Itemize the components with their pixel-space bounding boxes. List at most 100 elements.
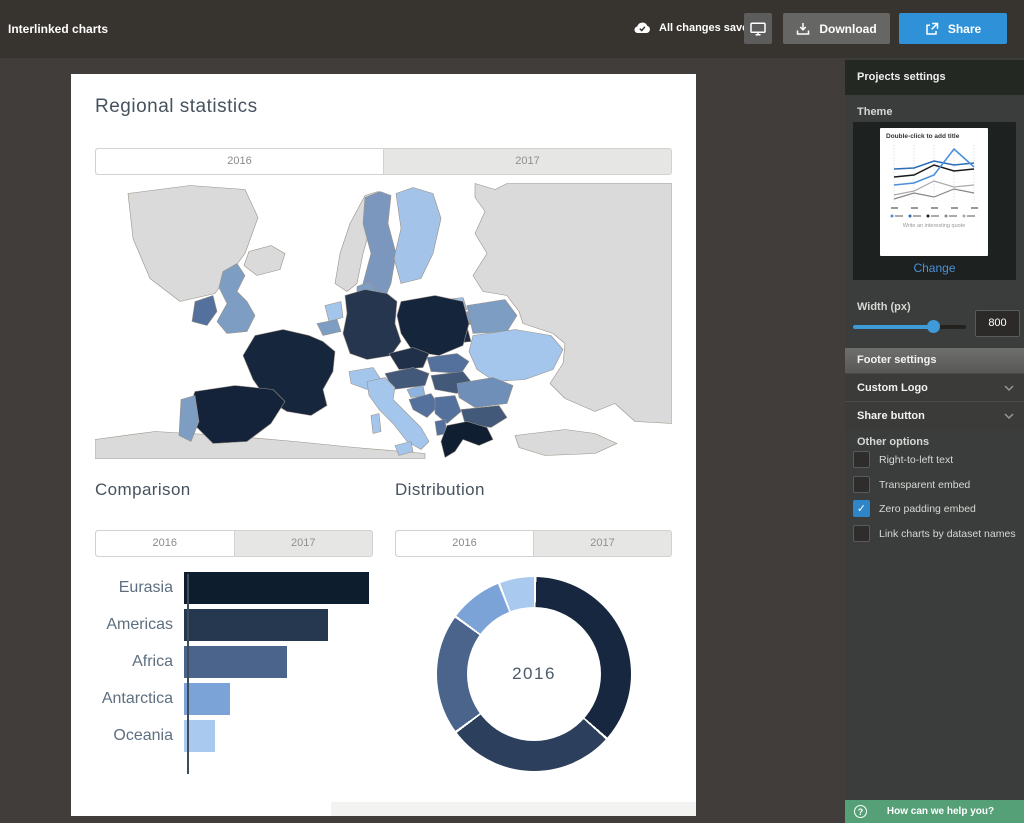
custom-logo-accordion[interactable]: Custom Logo [845, 373, 1024, 401]
option-checkbox[interactable]: ✓ [853, 500, 870, 517]
monitor-icon [750, 22, 766, 36]
distribution-tab-2017[interactable]: 2017 [534, 531, 671, 556]
bar-category-label: Antarctica [95, 683, 181, 715]
map-country-finland [394, 188, 441, 284]
option-right-to-left[interactable]: ✓ Right-to-left text [853, 451, 953, 468]
other-options-label: Other options [857, 436, 929, 448]
donut-chart: 2016 [437, 577, 631, 771]
chevron-down-icon [1004, 385, 1014, 391]
theme-thumbnail-title: Double-click to add title [886, 133, 982, 141]
map-country-germany [343, 290, 401, 360]
map-country-belgium [317, 320, 341, 336]
map-country-iceland [244, 246, 285, 276]
width-slider[interactable] [853, 320, 966, 333]
map-country-greece [441, 422, 493, 458]
bar [184, 609, 328, 641]
cloud-check-icon [633, 21, 652, 34]
download-icon [796, 22, 810, 36]
map-country-netherlands [325, 302, 343, 322]
bar [184, 572, 369, 604]
map-country-poland [397, 296, 469, 356]
europe-map-svg [95, 183, 672, 459]
preview-button[interactable] [744, 13, 772, 44]
width-slider-fill [853, 325, 933, 329]
share-button[interactable]: Share [899, 13, 1007, 44]
map-country-serbia [435, 396, 461, 424]
bar-category-label: Americas [95, 609, 181, 641]
bar-row: Antarctica [95, 683, 391, 715]
theme-change-link[interactable]: Change [853, 261, 1016, 275]
option-link-charts[interactable]: ✓ Link charts by dataset names [853, 525, 1016, 542]
download-button[interactable]: Download [783, 13, 890, 44]
comparison-title: Comparison [95, 480, 191, 500]
option-label: Link charts by dataset names [879, 528, 1016, 540]
distribution-tab-2016[interactable]: 2016 [396, 531, 534, 556]
bar-category-label: Eurasia [95, 572, 181, 604]
comparison-tab-2017[interactable]: 2017 [235, 531, 373, 556]
chevron-down-icon [1004, 413, 1014, 419]
map-tab-2016[interactable]: 2016 [96, 149, 384, 174]
map-country-ireland [192, 296, 217, 326]
question-icon: ? [854, 805, 867, 818]
theme-thumbnail-footer: Write an interesting quote [903, 223, 966, 229]
donut-hole: 2016 [467, 607, 601, 741]
bar [184, 646, 287, 678]
distribution-title: Distribution [395, 480, 485, 500]
share-button-accordion[interactable]: Share button [845, 401, 1024, 429]
footer-settings-header[interactable]: Footer settings [845, 348, 1024, 373]
help-button[interactable]: ? How can we help you? [845, 800, 1024, 823]
option-checkbox[interactable]: ✓ [853, 476, 870, 493]
map-country-ukraine [469, 330, 563, 382]
europe-choropleth-map [95, 183, 672, 459]
distribution-tab-bar: 2016 2017 [395, 530, 672, 557]
share-icon [925, 22, 939, 36]
top-bar: Interlinked charts All changes saved Dow… [0, 0, 1024, 58]
map-country-sardinia [371, 414, 381, 434]
custom-logo-label: Custom Logo [857, 382, 928, 394]
map-country-turkey [515, 430, 617, 456]
bar-row: Americas [95, 609, 391, 641]
share-label: Share [948, 22, 981, 36]
option-checkbox[interactable]: ✓ [853, 451, 870, 468]
map-country-slovakia [427, 354, 469, 374]
card-footer-strip [331, 802, 696, 816]
comparison-tab-bar: 2016 2017 [95, 530, 373, 557]
bar-chart-axis [187, 574, 189, 774]
download-label: Download [819, 22, 876, 36]
help-label: How can we help you? [867, 806, 1024, 817]
width-value-input[interactable]: 800 [975, 310, 1020, 337]
theme-label: Theme [857, 106, 892, 118]
settings-sidebar: Projects settings Theme Double-click to … [845, 58, 1024, 823]
width-slider-thumb[interactable] [927, 320, 940, 333]
bar-row: Eurasia [95, 572, 391, 604]
sidebar-header: Projects settings [845, 60, 1024, 95]
theme-thumbnail-chart: Write an interesting quote [886, 141, 982, 229]
bar-chart: Eurasia Americas Africa Antarctica Oceania [95, 572, 391, 782]
option-transparent-embed[interactable]: ✓ Transparent embed [853, 476, 970, 493]
option-checkbox[interactable]: ✓ [853, 525, 870, 542]
save-status-label: All changes saved [659, 22, 755, 34]
bar [184, 683, 230, 715]
option-label: Zero padding embed [879, 503, 976, 515]
option-label: Transparent embed [879, 479, 970, 491]
map-country-belarus [467, 300, 517, 334]
bar-row: Africa [95, 646, 391, 678]
project-title: Interlinked charts [8, 22, 108, 36]
bar-category-label: Africa [95, 646, 181, 678]
page-title: Regional statistics [95, 96, 258, 118]
map-country-uk [217, 264, 255, 334]
map-country-romania [457, 378, 513, 408]
chart-card: Regional statistics 2016 2017 [71, 74, 696, 816]
map-tab-2017[interactable]: 2017 [384, 149, 671, 174]
option-label: Right-to-left text [879, 454, 953, 466]
map-tab-bar: 2016 2017 [95, 148, 672, 175]
option-zero-padding-embed[interactable]: ✓ Zero padding embed [853, 500, 976, 517]
map-region-africa [95, 432, 425, 459]
save-status: All changes saved [633, 21, 755, 34]
bar-category-label: Oceania [95, 720, 181, 752]
theme-thumbnail[interactable]: Double-click to add title [880, 128, 988, 256]
width-label: Width (px) [857, 301, 911, 313]
theme-panel: Double-click to add title [853, 122, 1016, 280]
comparison-tab-2016[interactable]: 2016 [96, 531, 235, 556]
bar-row: Oceania [95, 720, 391, 752]
